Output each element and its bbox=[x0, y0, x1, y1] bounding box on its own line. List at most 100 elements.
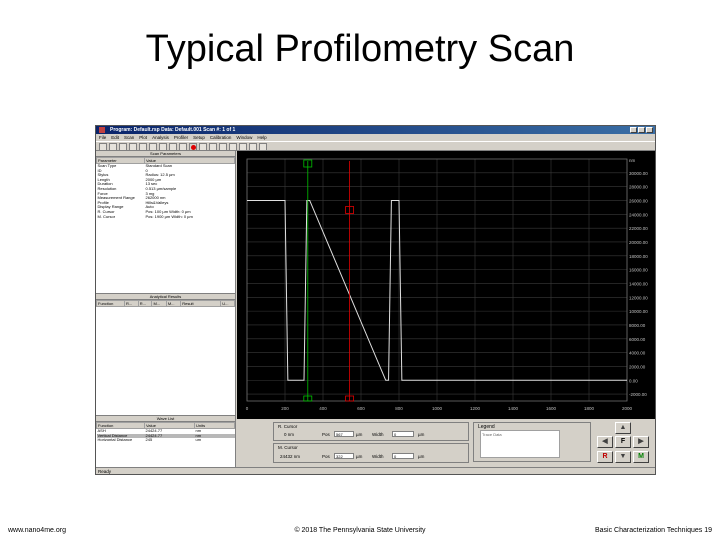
y-tick-label: 30000.00 bbox=[629, 171, 648, 176]
profilometer-window: Program: Default.rsp Data: Default.001 S… bbox=[95, 125, 656, 475]
menu-profiler[interactable]: Profiler bbox=[174, 134, 188, 141]
r-pos-field[interactable]: 567 bbox=[334, 431, 354, 437]
print-icon[interactable] bbox=[149, 143, 157, 151]
r-cursor-height: 0 nm bbox=[284, 432, 295, 437]
m-cursor-label: M. Cursor bbox=[278, 445, 298, 450]
r-width-label: Width bbox=[372, 432, 384, 437]
menu-analysis[interactable]: Analysis bbox=[152, 134, 169, 141]
wave-list-panel: Wave List Function Value Units ASH 24424… bbox=[96, 415, 235, 465]
y-tick-label: 22000.00 bbox=[629, 226, 648, 231]
r-pos-label: Pos bbox=[322, 432, 330, 437]
status-bar: Ready bbox=[96, 467, 655, 474]
x-tick-label: 600 bbox=[357, 406, 365, 411]
col-m1[interactable]: M... bbox=[151, 300, 167, 307]
table-row[interactable]: M. Cursor Pos: 1900 µm Width: 0 µm bbox=[97, 215, 235, 220]
y-tick-label: 18000.00 bbox=[629, 254, 648, 259]
m-button[interactable]: M bbox=[633, 451, 649, 463]
m-pos-field[interactable]: 322 bbox=[334, 453, 354, 459]
settings-icon[interactable] bbox=[229, 143, 237, 151]
analytical-results-table: Function R... R... M... M... Result U... bbox=[96, 300, 235, 307]
menu-setup[interactable]: Setup bbox=[193, 134, 205, 141]
graph-icon[interactable] bbox=[169, 143, 177, 151]
open-icon[interactable] bbox=[109, 143, 117, 151]
stop-icon[interactable] bbox=[189, 143, 197, 151]
maximize-button[interactable] bbox=[638, 127, 645, 133]
menu-file[interactable]: File bbox=[99, 134, 106, 141]
m-cursor-height: 24432 nm bbox=[280, 454, 301, 459]
toolbar bbox=[96, 141, 655, 151]
check-icon[interactable] bbox=[199, 143, 207, 151]
x-tick-label: 0 bbox=[246, 406, 249, 411]
m-cursor-box: M. Cursor 24432 nm Pos 322 µm Width 0 µm bbox=[273, 443, 469, 463]
left-arrow-icon[interactable]: ◀ bbox=[597, 436, 613, 448]
y-tick-label: 0.00 bbox=[629, 378, 638, 383]
m-width-field[interactable]: 0 bbox=[392, 453, 414, 459]
menu-edit[interactable]: Edit bbox=[111, 134, 119, 141]
window-title: Program: Default.rsp Data: Default.001 S… bbox=[110, 127, 236, 133]
y-tick-label: 12000.00 bbox=[629, 295, 648, 300]
help-icon[interactable] bbox=[259, 143, 267, 151]
analytical-results-panel: Analytical Results Function R... R... M.… bbox=[96, 293, 235, 415]
up-arrow-icon[interactable]: ▲ bbox=[615, 422, 631, 434]
y-tick-label: 10000.00 bbox=[629, 309, 648, 314]
y-tick-label: 4000.00 bbox=[629, 351, 646, 356]
cell-value: 245 bbox=[145, 438, 153, 443]
profile-plot[interactable]: 0 200 400 600 800 1000 1200 1400 1600 1800 2000 300… bbox=[237, 151, 656, 419]
y-unit-label: nm bbox=[629, 158, 636, 163]
window-titlebar: Program: Default.rsp Data: Default.001 S… bbox=[96, 126, 655, 134]
col-function[interactable]: Function bbox=[96, 300, 125, 307]
camera-icon[interactable] bbox=[249, 143, 257, 151]
r-button[interactable]: R bbox=[597, 451, 613, 463]
cell-value: Pos: 1900 µm Width: 0 µm bbox=[145, 214, 193, 219]
y-tick-label: 8000.00 bbox=[629, 323, 646, 328]
col-r1[interactable]: R... bbox=[124, 300, 139, 307]
menu-plot[interactable]: Plot bbox=[139, 134, 147, 141]
cell-function: Horizontal Distance bbox=[97, 438, 133, 443]
menu-window[interactable]: Window bbox=[236, 134, 252, 141]
x-tick-label: 1600 bbox=[546, 406, 557, 411]
x-tick-label: 800 bbox=[395, 406, 403, 411]
y-tick-label: 26000.00 bbox=[629, 198, 648, 203]
menu-help[interactable]: Help bbox=[257, 134, 266, 141]
right-arrow-icon[interactable]: ▶ bbox=[633, 436, 649, 448]
y-tick-label: 28000.00 bbox=[629, 185, 648, 190]
r-cursor-box: R. Cursor 0 nm Pos 567 µm Width 0 µm bbox=[273, 422, 469, 441]
menu-scan[interactable]: Scan bbox=[124, 134, 134, 141]
save-icon[interactable] bbox=[119, 143, 127, 151]
footer-page: Basic Characterization Techniques 19 bbox=[595, 527, 712, 534]
cut-icon[interactable] bbox=[129, 143, 137, 151]
cell-parameter: M. Cursor bbox=[97, 214, 116, 219]
left-panel: Scan Parameters Parameter Value Scan Typ… bbox=[96, 151, 236, 467]
scan-parameters-table: Parameter Value Scan Type Standard Scan ID… bbox=[96, 157, 235, 219]
table-icon[interactable] bbox=[219, 143, 227, 151]
arrow-icon[interactable] bbox=[209, 143, 217, 151]
profile-plot-svg[interactable]: 0 200 400 600 800 1000 1200 1400 1600 1800 2000 300… bbox=[237, 151, 656, 419]
col-r2[interactable]: R... bbox=[137, 300, 153, 307]
close-button[interactable] bbox=[646, 127, 653, 133]
col-units[interactable]: U... bbox=[220, 300, 235, 307]
legend-entry[interactable]: Trace Data bbox=[482, 432, 502, 437]
zoom-icon[interactable] bbox=[159, 143, 167, 151]
col-m2[interactable]: M... bbox=[165, 300, 182, 307]
scan-parameters-panel: Scan Parameters Parameter Value Scan Typ… bbox=[96, 151, 235, 293]
new-icon[interactable] bbox=[99, 143, 107, 151]
image-icon[interactable] bbox=[239, 143, 247, 151]
x-tick-label: 2000 bbox=[622, 406, 633, 411]
y-tick-label: 2000.00 bbox=[629, 364, 646, 369]
down-arrow-icon[interactable]: ▼ bbox=[615, 451, 631, 463]
table-row[interactable]: Horizontal Distance 245 um bbox=[97, 438, 235, 443]
legend-box: Legend Trace Data bbox=[473, 422, 591, 462]
x-tick-label: 1000 bbox=[432, 406, 443, 411]
y-tick-label: 16000.00 bbox=[629, 268, 648, 273]
r-width-field[interactable]: 0 bbox=[392, 431, 414, 437]
f-button[interactable]: F bbox=[615, 436, 631, 448]
navigation-pad: ▲ ◀ F ▶ R ▼ M bbox=[595, 421, 655, 465]
m-pos-label: Pos bbox=[322, 454, 330, 459]
minimize-button[interactable] bbox=[630, 127, 637, 133]
col-result[interactable]: Result bbox=[180, 300, 222, 307]
cursor-icon[interactable] bbox=[179, 143, 187, 151]
copy-icon[interactable] bbox=[139, 143, 147, 151]
menu-calibration[interactable]: Calibration bbox=[210, 134, 232, 141]
m-width-label: Width bbox=[372, 454, 384, 459]
slide-title: Typical Profilometry Scan bbox=[145, 28, 575, 70]
